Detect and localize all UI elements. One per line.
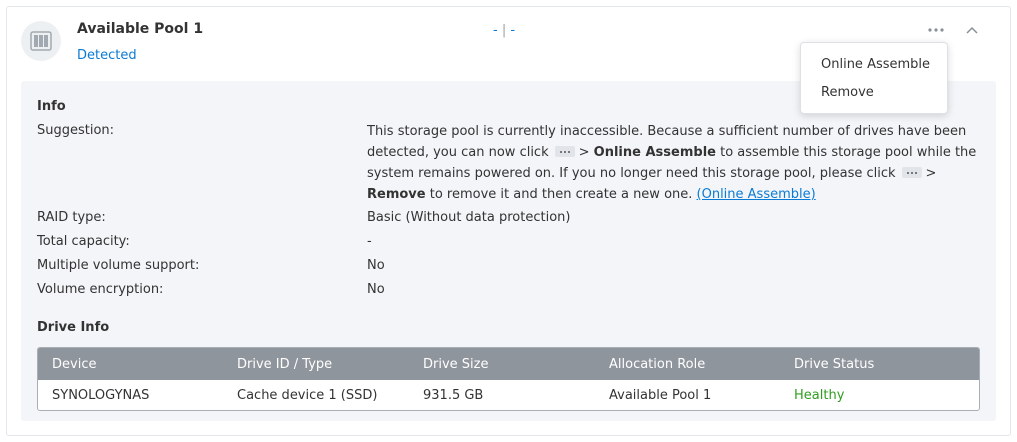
more-horizontal-icon (554, 146, 575, 157)
cell-drive-id: Cache device 1 (SSD) (237, 388, 378, 403)
pool-title: Available Pool 1 (77, 21, 204, 37)
suggestion-text: This storage pool is currently inaccessi… (367, 121, 979, 205)
pool-usage: - | - (493, 23, 515, 38)
pool-details-panel: Info Suggestion: This storage pool is cu… (21, 81, 996, 421)
drive-info-section-title: Drive Info (37, 320, 110, 335)
multiple-volume-value: No (367, 258, 385, 273)
cell-device: SYNOLOGYNAS (52, 388, 150, 403)
usage-separator: | (501, 23, 507, 38)
collapse-button[interactable] (961, 19, 983, 41)
column-header-allocation-role[interactable]: Allocation Role (609, 357, 705, 372)
cell-drive-status: Healthy (794, 388, 845, 403)
menu-item-remove[interactable]: Remove (821, 85, 874, 100)
suggestion-part: to remove it and then create a new one. (429, 187, 693, 202)
storage-pool-icon (21, 21, 61, 61)
usage-left: - (493, 23, 498, 38)
more-options-button[interactable] (925, 19, 947, 41)
volume-encryption-value: No (367, 282, 385, 297)
suggestion-remove-label: Remove (367, 187, 426, 202)
online-assemble-link[interactable]: (Online Assemble) (697, 187, 816, 202)
storage-pool-card: Available Pool 1 Detected - | - Online A… (6, 6, 1011, 436)
total-capacity-value: - (367, 234, 372, 249)
pool-status: Detected (77, 48, 137, 63)
table-header: Device Drive ID / Type Drive Size Alloca… (38, 348, 979, 380)
raid-type-value: Basic (Without data protection) (367, 210, 571, 225)
column-header-device[interactable]: Device (52, 357, 96, 372)
cell-allocation-role: Available Pool 1 (609, 388, 712, 403)
column-header-drive-id[interactable]: Drive ID / Type (237, 357, 332, 372)
suggestion-part: > (925, 166, 937, 181)
more-horizontal-icon (928, 28, 944, 32)
suggestion-online-assemble-label: Online Assemble (593, 145, 716, 160)
drive-info-table: Device Drive ID / Type Drive Size Alloca… (37, 347, 980, 411)
usage-right: - (510, 23, 516, 38)
menu-item-online-assemble[interactable]: Online Assemble (821, 57, 930, 72)
chevron-up-icon (966, 26, 978, 34)
more-horizontal-icon (901, 167, 922, 178)
volume-encryption-label: Volume encryption: (37, 282, 164, 297)
column-header-drive-size[interactable]: Drive Size (423, 357, 488, 372)
total-capacity-label: Total capacity: (37, 234, 130, 249)
cell-drive-size: 931.5 GB (423, 388, 484, 403)
info-section-title: Info (37, 99, 66, 114)
suggestion-part: > (578, 145, 590, 160)
pool-action-menu: Online Assemble Remove (800, 42, 948, 114)
multiple-volume-label: Multiple volume support: (37, 258, 200, 273)
suggestion-label: Suggestion: (37, 123, 115, 138)
raid-type-label: RAID type: (37, 210, 106, 225)
column-header-drive-status[interactable]: Drive Status (794, 357, 874, 372)
